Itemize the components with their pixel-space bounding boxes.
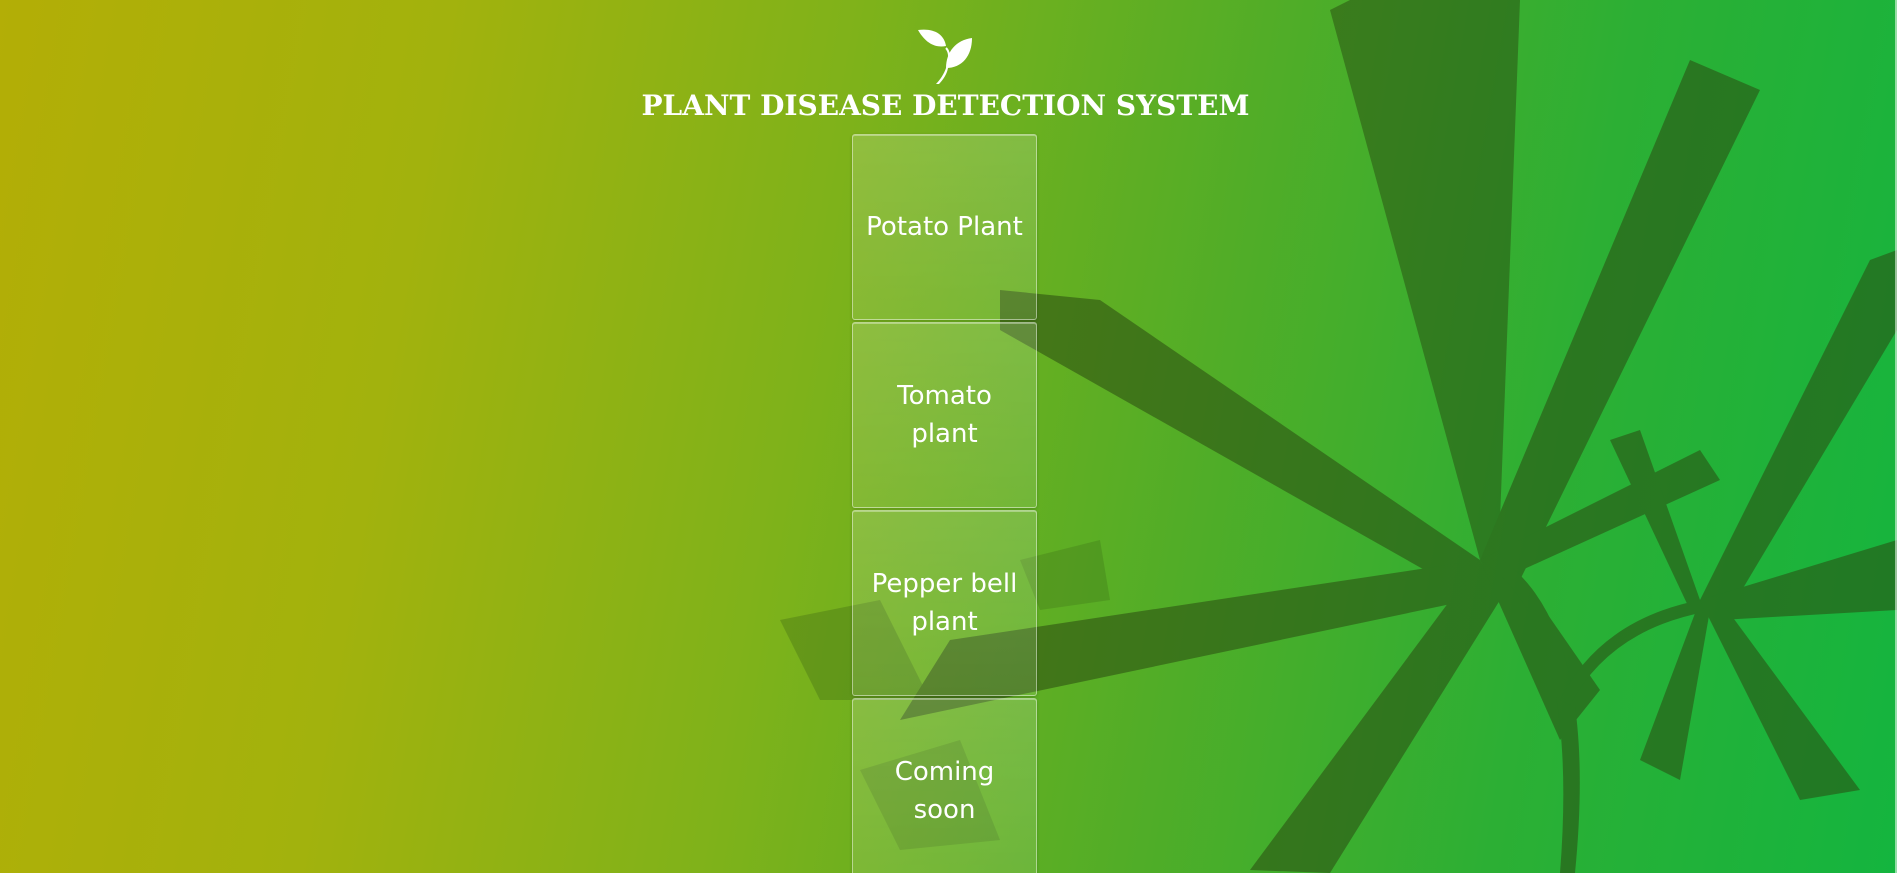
page-title: PLANT DISEASE DETECTION SYSTEM (641, 89, 1250, 122)
card-label: Coming soon (894, 757, 995, 825)
card-label: Tomato plant (897, 381, 992, 449)
card-pepper-bell-plant[interactable]: Pepper bell plant (852, 510, 1037, 696)
card-potato-plant[interactable]: Potato Plant (852, 134, 1037, 320)
card-label: Pepper bell plant (871, 569, 1018, 637)
leaf-icon (916, 26, 974, 84)
card-tomato-plant[interactable]: Tomato plant (852, 322, 1037, 508)
card-coming-soon[interactable]: Coming soon (852, 698, 1037, 873)
card-label: Potato Plant (866, 212, 1023, 242)
plant-card-list: Potato Plant Tomato plant Pepper bell pl… (852, 134, 1039, 873)
